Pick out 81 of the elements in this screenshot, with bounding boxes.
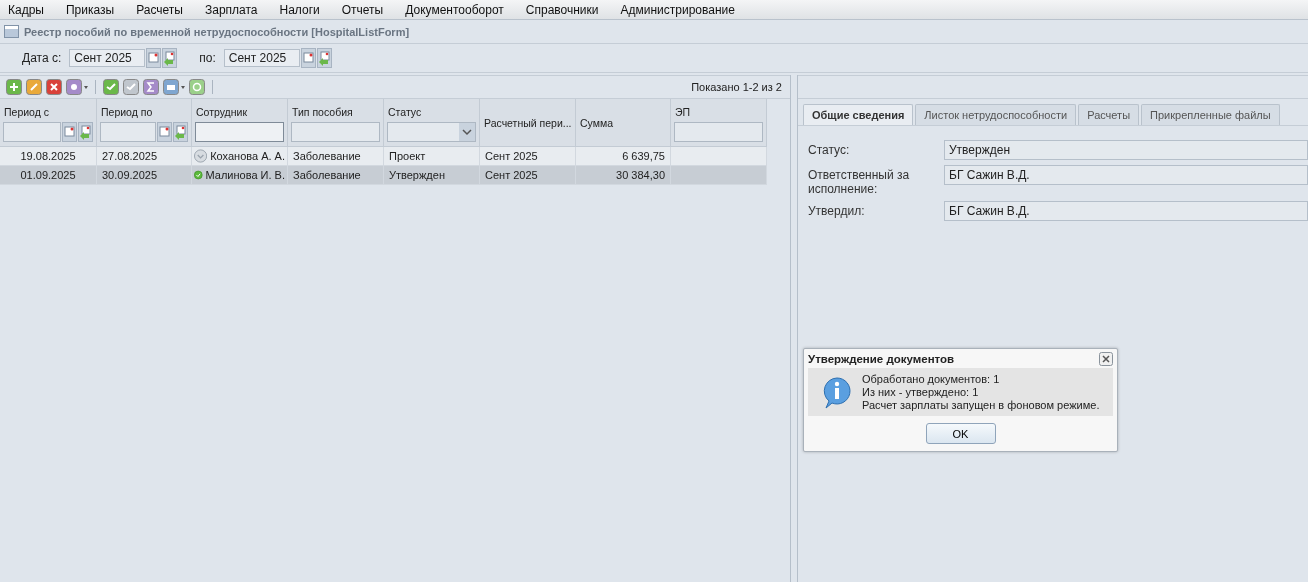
table-cell: 30 384,30 — [576, 166, 671, 185]
calendar-icon[interactable] — [62, 122, 77, 142]
employee-name: Коханова А. А. — [210, 150, 285, 162]
caret-icon — [459, 123, 475, 141]
column-header[interactable]: Период по — [97, 99, 192, 147]
field-label: Ответственный за исполнение: — [808, 167, 911, 196]
form-title: Реестр пособий по временной нетрудоспособности [HospitalListForm] — [24, 25, 410, 38]
filter-field[interactable] — [195, 122, 284, 142]
tab[interactable]: Прикрепленные файлы — [1141, 104, 1280, 125]
column-title: Сотрудник — [195, 105, 248, 120]
tab[interactable]: Общие сведения — [803, 104, 914, 125]
menu-item[interactable]: Администрирование — [620, 2, 735, 17]
menu-item[interactable]: Налоги — [279, 2, 320, 17]
tab[interactable]: Листок нетрудоспособности — [915, 104, 1077, 125]
table-cell: Сент 2025 — [480, 147, 576, 166]
date-to-field[interactable]: Сент 2025 — [223, 49, 300, 67]
delete-icon[interactable] — [46, 79, 62, 95]
ok-button[interactable]: OK — [925, 423, 996, 444]
column-title: Статус — [387, 105, 423, 120]
check-icon[interactable] — [103, 79, 119, 95]
menu-item[interactable]: Расчеты — [136, 2, 183, 17]
table-cell: 30.09.2025 — [97, 166, 192, 185]
tab[interactable]: Расчеты — [1078, 104, 1140, 125]
column-title: Расчетный пери... — [483, 115, 572, 131]
table-cell: 19.08.2025 — [0, 147, 97, 166]
filter-field[interactable] — [674, 122, 763, 142]
table-cell: Заболевание — [288, 166, 384, 185]
filter-field[interactable] — [291, 122, 380, 142]
table-cell: Утвержден — [384, 166, 480, 185]
sigma-icon[interactable] — [143, 79, 159, 95]
filter-field[interactable] — [100, 122, 156, 142]
table-cell: 01.09.2025 — [0, 166, 97, 185]
column-title: ЭП — [674, 105, 692, 120]
calendar-icon[interactable] — [146, 48, 162, 68]
menu-item[interactable]: Зарплата — [204, 2, 258, 17]
calendar-icon[interactable] — [300, 48, 316, 68]
menu-item[interactable]: Кадры — [8, 2, 44, 17]
text-field[interactable]: БГ Сажин В.Д. — [944, 165, 1308, 185]
dialog-message: Расчет зарплаты запущен в фоновом режиме. — [862, 399, 1100, 412]
calendar-icon[interactable] — [157, 122, 172, 142]
column-title: Тип пособия — [291, 105, 354, 120]
close-icon[interactable] — [1099, 352, 1113, 366]
table-cell: 6 639,75 — [576, 147, 671, 166]
column-header[interactable]: Тип пособия — [288, 99, 384, 147]
table-cell: Проект — [384, 147, 480, 166]
dialog-title: Утверждение документов — [808, 353, 955, 365]
column-header[interactable]: Расчетный пери... — [480, 99, 576, 147]
menu-item[interactable]: Справочники — [525, 2, 599, 17]
field-label: Статус: — [808, 142, 851, 159]
column-title: Сумма — [579, 115, 614, 131]
menu-item[interactable]: Отчеты — [341, 2, 384, 17]
table-cell: Сент 2025 — [480, 166, 576, 185]
table-cell: 27.08.2025 — [97, 147, 192, 166]
info-icon — [822, 376, 852, 409]
date-to-label: по: — [199, 51, 216, 65]
text-field[interactable]: Утвержден — [944, 140, 1308, 160]
column-title: Период по — [100, 105, 154, 120]
employee-name: Малинова И. В. — [205, 169, 285, 181]
dialog-message: Из них - утверждено: 1 — [862, 386, 980, 399]
pencil-icon[interactable] — [26, 79, 42, 95]
column-header[interactable]: Сумма — [576, 99, 671, 147]
check-icon[interactable] — [123, 79, 139, 95]
table-cell: Заболевание — [288, 147, 384, 166]
column-header[interactable]: Статус — [384, 99, 480, 147]
column-header[interactable]: Период с — [0, 99, 97, 147]
date-from-label: Дата с: — [22, 51, 62, 65]
field-label: Утвердил: — [808, 203, 866, 220]
add-icon[interactable] — [6, 79, 22, 95]
column-title: Период с — [3, 105, 50, 120]
paging-info: Показано 1-2 из 2 — [691, 81, 782, 93]
column-header[interactable]: ЭП — [671, 99, 767, 147]
filter-dropdown[interactable] — [387, 122, 476, 142]
column-header[interactable]: Сотрудник — [192, 99, 288, 147]
menu-item[interactable]: Документооборот — [405, 2, 504, 17]
refresh-icon[interactable] — [189, 79, 205, 95]
menu-item[interactable]: Приказы — [65, 2, 115, 17]
text-field[interactable]: БГ Сажин В.Д. — [944, 201, 1308, 221]
dialog-message: Обработано документов: 1 — [862, 373, 1001, 386]
date-from-field[interactable]: Сент 2025 — [69, 49, 146, 67]
filter-field[interactable] — [3, 122, 61, 142]
form-icon — [4, 25, 19, 38]
